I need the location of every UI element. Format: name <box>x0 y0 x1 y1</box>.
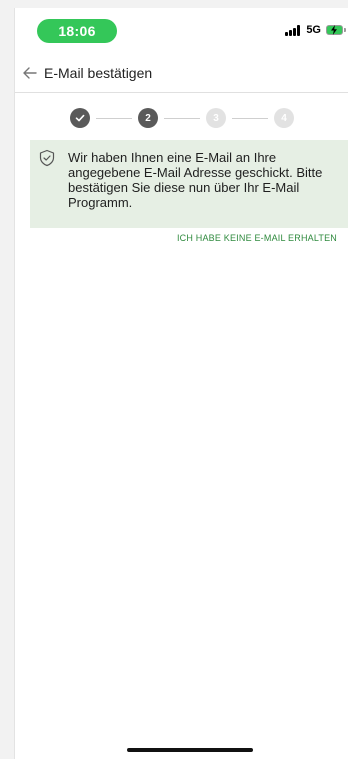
step-connector <box>232 117 268 119</box>
app-screen: 18:06 5G E-Mail bestätigen 2 3 4 Wir hab… <box>14 8 348 759</box>
shield-check-icon <box>39 149 55 167</box>
status-indicators: 5G <box>285 24 346 36</box>
step-connector <box>96 117 132 119</box>
page-title: E-Mail bestätigen <box>44 65 153 81</box>
step-connector <box>164 117 200 119</box>
no-email-received-link[interactable]: ICH HABE KEINE E-MAIL ERHALTEN <box>177 233 337 243</box>
signal-icon <box>285 24 301 36</box>
checkmark-icon <box>75 114 85 122</box>
step-3: 3 <box>206 108 226 128</box>
home-indicator[interactable] <box>127 748 253 752</box>
progress-stepper: 2 3 4 <box>70 108 294 128</box>
charging-bolt-icon <box>331 25 337 35</box>
status-bar: 18:06 5G <box>15 8 348 54</box>
arrow-left-icon[interactable] <box>17 60 43 86</box>
step-2: 2 <box>138 108 158 128</box>
step-4: 4 <box>274 108 294 128</box>
status-time: 18:06 <box>37 19 117 43</box>
info-message: Wir haben Ihnen eine E-Mail an Ihre ange… <box>68 150 323 210</box>
battery-icon <box>326 25 346 35</box>
info-banner: Wir haben Ihnen eine E-Mail an Ihre ange… <box>30 140 348 228</box>
app-bar: E-Mail bestätigen <box>15 54 348 93</box>
step-1 <box>70 108 90 128</box>
network-type: 5G <box>306 24 321 36</box>
